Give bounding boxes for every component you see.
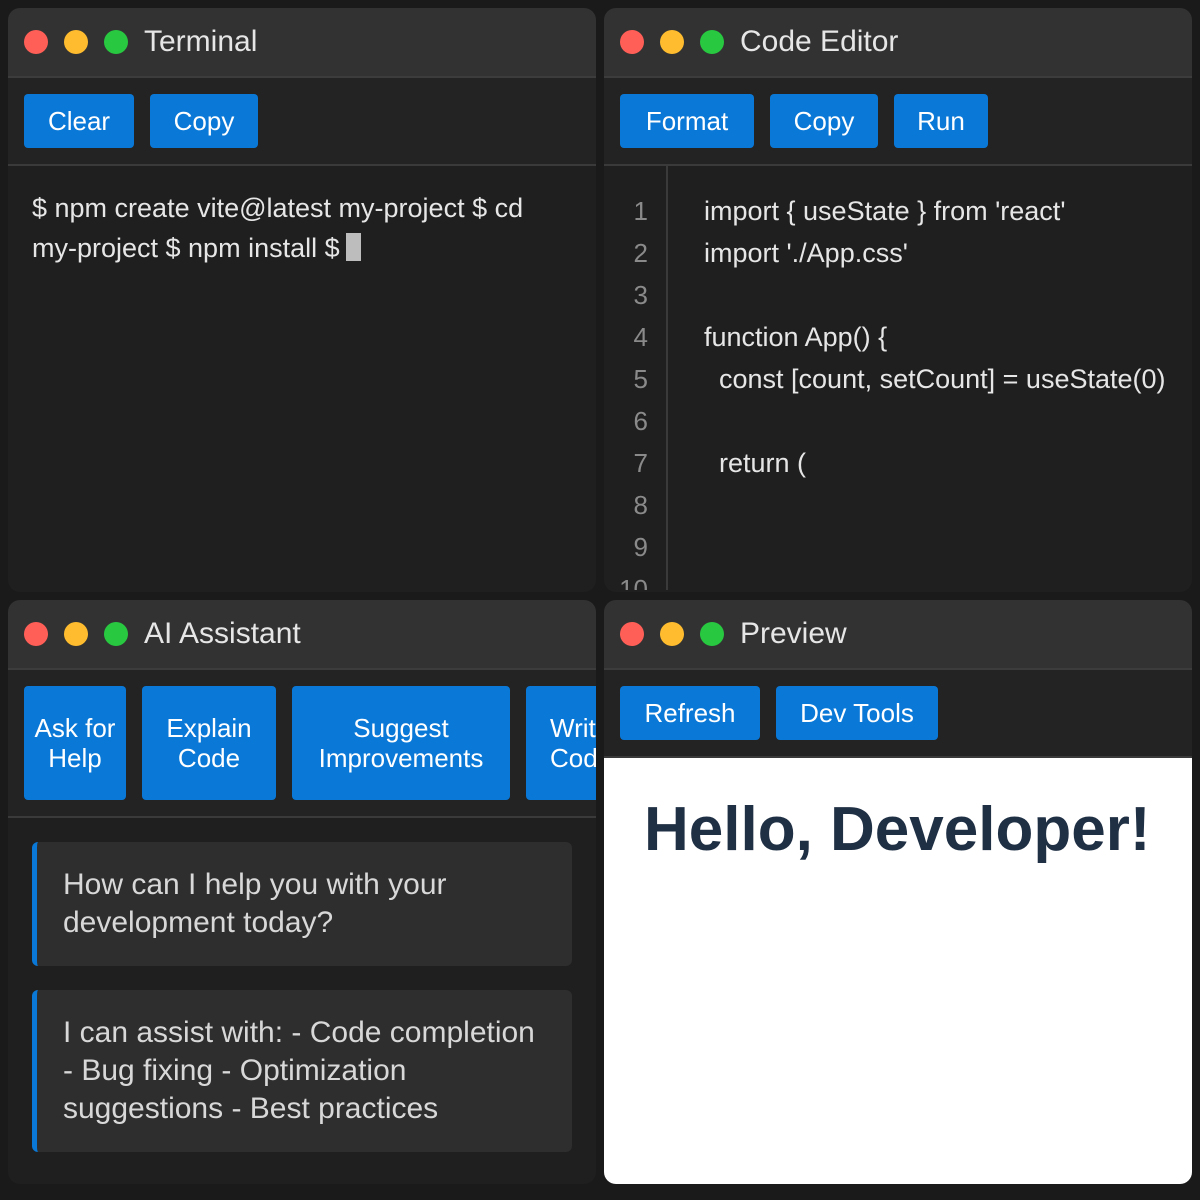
line-number: 8 [633,490,648,520]
write-code-button[interactable]: Write Code [526,686,596,800]
editor-titlebar: Code Editor [604,8,1192,78]
editor-title: Code Editor [740,25,899,58]
code-line: function App() { [704,322,888,352]
line-number: 9 [633,532,648,562]
explain-code-button[interactable]: Explain Code [142,686,276,800]
preview-canvas: Hello, Developer! [604,758,1192,1184]
chat-message: How can I help you with your development… [32,842,572,966]
editor-toolbar: Format Copy Run [604,78,1192,166]
close-icon[interactable] [620,30,644,54]
terminal-output-area[interactable]: $ npm create vite@latest my-project $ cd… [8,166,596,290]
line-number: 5 [633,364,648,394]
format-button[interactable]: Format [620,94,754,148]
maximize-icon[interactable] [700,30,724,54]
code-editor-window: Code Editor Format Copy Run 1 2 3 4 5 6 … [604,8,1192,592]
code-line: const [count, setCount] = useState(0) [704,364,1166,394]
maximize-icon[interactable] [104,30,128,54]
preview-window: Preview Refresh Dev Tools Hello, Develop… [604,600,1192,1184]
minimize-icon[interactable] [64,622,88,646]
code-editor-area[interactable]: 1 2 3 4 5 6 7 8 9 10 import { useState }… [604,166,1192,590]
line-number: 6 [633,406,648,436]
terminal-toolbar: Clear Copy [8,78,596,166]
suggest-improvements-button[interactable]: Suggest Improvements [292,686,510,800]
terminal-cursor [345,233,361,261]
terminal-title: Terminal [144,25,258,58]
code-line: import { useState } from 'react' [704,196,1066,226]
close-icon[interactable] [24,622,48,646]
preview-title: Preview [740,617,847,650]
line-number: 3 [633,280,648,310]
minimize-icon[interactable] [660,30,684,54]
ai-assistant-window: AI Assistant Ask for Help Explain Code S… [8,600,596,1184]
maximize-icon[interactable] [104,622,128,646]
preview-toolbar: Refresh Dev Tools [604,670,1192,758]
copy-button[interactable]: Copy [150,94,258,148]
line-number: 2 [633,238,648,268]
minimize-icon[interactable] [660,622,684,646]
run-button[interactable]: Run [894,94,988,148]
close-icon[interactable] [620,622,644,646]
dev-tools-button[interactable]: Dev Tools [776,686,938,740]
close-icon[interactable] [24,30,48,54]
line-number: 1 [633,196,648,226]
preview-titlebar: Preview [604,600,1192,670]
refresh-button[interactable]: Refresh [620,686,760,740]
code-line: return ( [704,448,807,478]
terminal-window: Terminal Clear Copy $ npm create vite@la… [8,8,596,592]
minimize-icon[interactable] [64,30,88,54]
terminal-output: $ npm create vite@latest my-project $ cd… [32,193,524,263]
line-number-gutter: 1 2 3 4 5 6 7 8 9 10 [604,166,668,590]
chat-area: How can I help you with your development… [8,818,596,1152]
line-number: 7 [633,448,648,478]
ai-title: AI Assistant [144,617,301,650]
line-number: 4 [633,322,648,352]
code-lines[interactable]: import { useState } from 'react' import … [704,166,1192,590]
chat-message: I can assist with: - Code completion - B… [32,990,572,1152]
preview-heading: Hello, Developer! [644,795,1151,864]
ask-for-help-button[interactable]: Ask for Help [24,686,126,800]
terminal-titlebar: Terminal [8,8,596,78]
ai-titlebar: AI Assistant [8,600,596,670]
ai-toolbar: Ask for Help Explain Code Suggest Improv… [8,670,596,818]
code-line: import './App.css' [704,238,908,268]
maximize-icon[interactable] [700,622,724,646]
line-number: 10 [619,574,648,590]
clear-button[interactable]: Clear [24,94,134,148]
copy-button[interactable]: Copy [770,94,878,148]
